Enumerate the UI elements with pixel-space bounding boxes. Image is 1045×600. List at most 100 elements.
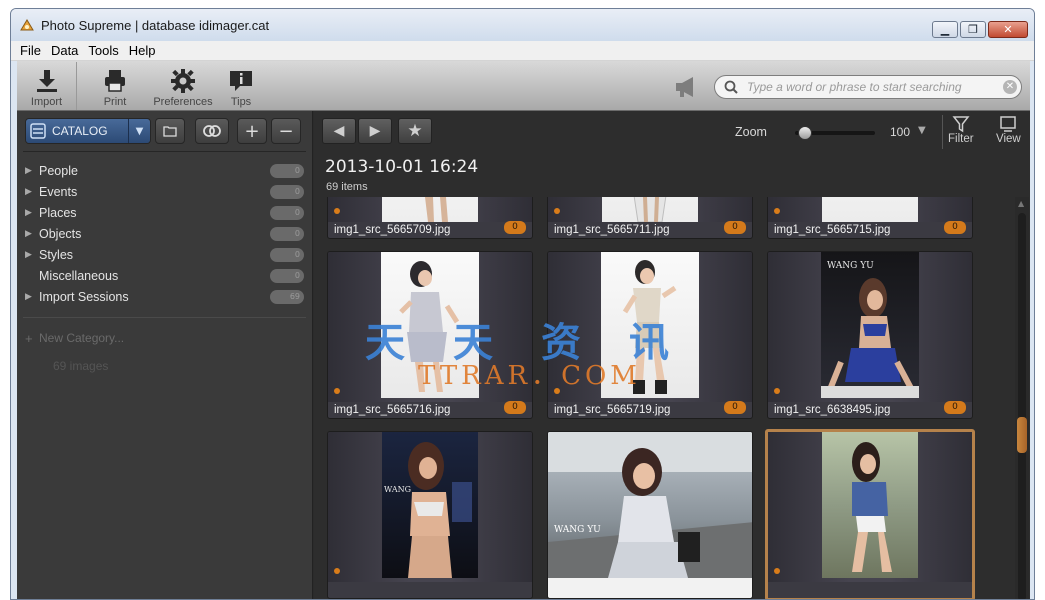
rating-badge[interactable]: 0	[504, 221, 526, 234]
search-input[interactable]: Type a word or phrase to start searching	[747, 80, 962, 94]
folder-button[interactable]	[155, 118, 185, 144]
remove-button[interactable]: −	[271, 118, 301, 144]
scrollbar-thumb[interactable]	[1017, 417, 1027, 453]
thumbnail-card[interactable]: img1_src_5665711.jpg 0	[547, 197, 753, 239]
window-title: Photo Supreme | database idimager.cat	[41, 17, 270, 33]
rating-badge[interactable]: 0	[944, 401, 966, 414]
thumbnail-image: WANG	[384, 442, 472, 578]
new-category-label: New Category...	[39, 331, 125, 345]
menu-file[interactable]: File	[15, 43, 46, 58]
thumbnail-card[interactable]: WANG YU	[547, 431, 753, 599]
group-date-title: 2013-10-01 16:24	[325, 157, 479, 177]
printer-icon	[105, 70, 125, 92]
tree-item-styles[interactable]: ▶ Styles 0	[17, 244, 312, 265]
count-badge: 0	[270, 269, 304, 283]
expand-triangle-icon[interactable]: ▶	[25, 250, 39, 260]
count-badge: 0	[270, 227, 304, 241]
tree-item-label: Styles	[39, 247, 74, 262]
expand-triangle-icon[interactable]: ▶	[25, 187, 39, 197]
filter-icon	[952, 116, 970, 133]
count-badge: 0	[270, 248, 304, 262]
rating-badge[interactable]: 0	[724, 221, 746, 234]
plus-icon: +	[25, 330, 33, 346]
filter-label: Filter	[948, 133, 974, 145]
favorite-button[interactable]: ★	[398, 118, 432, 144]
search-box[interactable]: Type a word or phrase to start searching…	[714, 75, 1022, 99]
catalog-dropdown-icon[interactable]: ▼	[128, 119, 150, 143]
overlap-button[interactable]	[195, 118, 229, 144]
view-label: View	[996, 133, 1021, 145]
main-toolbar: Import Print Preferences Tips Type a wor…	[17, 61, 1030, 111]
clear-search-icon[interactable]: ✕	[1003, 80, 1017, 94]
close-button[interactable]: ✕	[988, 21, 1028, 38]
import-icon	[36, 70, 57, 92]
thumbnail-image	[852, 442, 892, 572]
tree-item-events[interactable]: ▶ Events 0	[17, 181, 312, 202]
app-window: Photo Supreme | database idimager.cat ▁ …	[10, 8, 1035, 600]
zoom-dropdown-icon[interactable]: ▼	[918, 125, 926, 136]
thumbnail-filename: img1_src_6638495.jpg	[774, 404, 891, 416]
scroll-up-icon[interactable]: ▲	[1018, 199, 1024, 208]
tips-button[interactable]: Tips	[221, 62, 261, 110]
menu-data[interactable]: Data	[46, 43, 83, 58]
thumbnail-card[interactable]: img1_src_5665715.jpg 0	[767, 197, 973, 239]
minus-icon: −	[278, 120, 294, 142]
preferences-button[interactable]: Preferences	[149, 62, 217, 110]
tree-item-import-sessions[interactable]: ▶ Import Sessions 69	[17, 286, 312, 307]
megaphone-icon[interactable]	[673, 75, 701, 99]
title-bar[interactable]: Photo Supreme | database idimager.cat ▁ …	[11, 9, 1034, 41]
expand-triangle-icon[interactable]: ▶	[25, 208, 39, 218]
tips-icon	[230, 71, 252, 91]
catalog-selector[interactable]: CATALOG ▼	[25, 118, 151, 144]
images-count: 69 images	[53, 359, 109, 373]
catalog-label: CATALOG	[52, 124, 108, 138]
rating-badge[interactable]: 0	[504, 401, 526, 414]
count-badge: 0	[270, 185, 304, 199]
print-button[interactable]: Print	[85, 62, 145, 110]
zoom-label: Zoom	[735, 125, 767, 139]
thumbnail-card[interactable]: WANG YU img1_src_6638495.jpg 0	[767, 251, 973, 419]
menu-tools[interactable]: Tools	[83, 43, 123, 58]
maximize-button[interactable]: ❐	[960, 21, 986, 38]
category-tree: ▶ People 0 ▶ Events 0 ▶ Places 0 ▶ Objec…	[17, 152, 312, 307]
filter-button[interactable]: Filter	[948, 115, 974, 145]
expand-triangle-icon[interactable]: ▶	[25, 229, 39, 239]
expand-triangle-icon[interactable]: ▶	[25, 166, 39, 176]
search-icon	[724, 80, 738, 94]
photo-caption: WANG	[384, 485, 411, 494]
zoom-slider-handle[interactable]	[798, 126, 813, 140]
photo-caption: WANG YU	[827, 261, 874, 271]
new-category-link[interactable]: + New Category...	[17, 328, 312, 348]
watermark-english: TTRAR．COM	[418, 361, 641, 391]
thumbnail-card[interactable]: img1_src_5665709.jpg 0	[327, 197, 533, 239]
catalog-icon	[30, 123, 46, 139]
thumbnail-filename: img1_src_5665716.jpg	[334, 404, 451, 416]
rating-badge[interactable]: 0	[944, 221, 966, 234]
add-button[interactable]: +	[237, 118, 267, 144]
view-button[interactable]: View	[996, 115, 1021, 145]
tree-item-label: Objects	[39, 226, 82, 241]
tree-item-people[interactable]: ▶ People 0	[17, 160, 312, 181]
tree-item-objects[interactable]: ▶ Objects 0	[17, 223, 312, 244]
tree-item-places[interactable]: ▶ Places 0	[17, 202, 312, 223]
menu-help[interactable]: Help	[124, 43, 161, 58]
import-label: Import	[30, 96, 63, 108]
expand-triangle-icon[interactable]: ▶	[25, 292, 39, 302]
thumbnail-card[interactable]: WANG	[327, 431, 533, 599]
app-logo-icon	[20, 19, 34, 31]
rating-badge[interactable]: 0	[724, 401, 746, 414]
thumbnail-card-selected[interactable]	[765, 429, 975, 599]
import-button[interactable]: Import	[17, 62, 77, 110]
main-toolbar-row: ◀ ▶ ★ Zoom 100 ▼ Filter View	[314, 111, 1030, 151]
minimize-button[interactable]: ▁	[932, 21, 958, 38]
vertical-scrollbar[interactable]: ▲	[1015, 197, 1029, 599]
thumbnail-image	[822, 197, 918, 222]
forward-button[interactable]: ▶	[358, 118, 392, 144]
thumbnail-image: WANG YU	[548, 432, 752, 578]
tree-item-miscellaneous[interactable]: Miscellaneous 0	[17, 265, 312, 286]
tree-item-label: People	[39, 163, 78, 178]
thumbnail-image	[633, 197, 667, 222]
back-button[interactable]: ◀	[322, 118, 356, 144]
count-badge: 0	[270, 164, 304, 178]
sidebar: CATALOG ▼ + − ▶ People 0 ▶ Events 0 ▶ Pl…	[17, 111, 313, 599]
